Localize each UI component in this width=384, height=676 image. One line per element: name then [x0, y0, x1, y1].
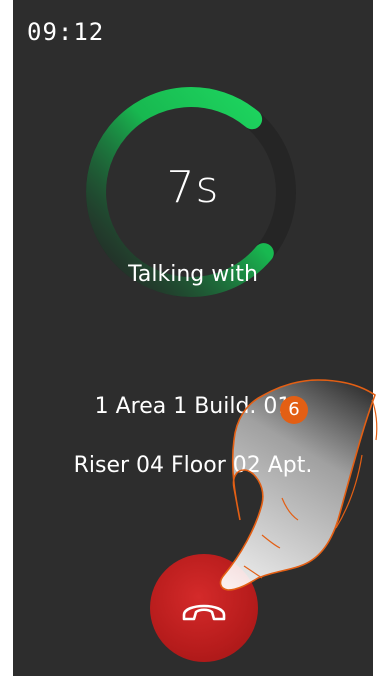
call-timer: 7s: [166, 162, 220, 213]
step-number-badge: 6: [280, 396, 308, 424]
end-call-button[interactable]: [150, 554, 258, 662]
caller-address-line1: 1 Area 1 Build. 01: [94, 394, 292, 419]
intercom-call-screen: 09:12 7s Talking with 1 Area 1 Build. 01…: [13, 0, 373, 676]
talking-with-label: Talking with: [128, 262, 258, 287]
handset-hangup-icon: [182, 604, 226, 621]
caller-address-line2: Riser 04 Floor 02 Apt.: [73, 453, 313, 478]
